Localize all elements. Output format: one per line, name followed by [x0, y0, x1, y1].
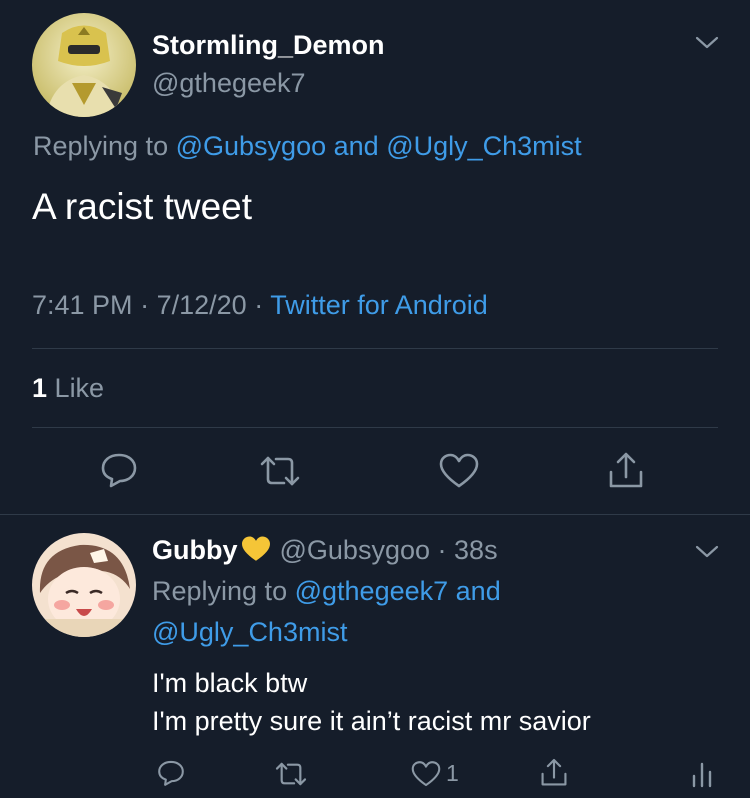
likes-label: Like [54, 373, 105, 403]
share-icon[interactable] [605, 450, 647, 492]
chevron-down-icon[interactable] [694, 34, 720, 52]
replying-user-link[interactable]: @Gubsygoo [176, 131, 327, 161]
author-display-name[interactable]: Stormling_Demon [152, 30, 385, 61]
analytics-icon[interactable] [690, 760, 714, 788]
meta-separator: · [254, 290, 264, 320]
section-divider [0, 514, 750, 515]
tweet-text: A racist tweet [32, 186, 253, 227]
replying-prefix: Replying to [152, 576, 288, 606]
reply-icon[interactable] [156, 759, 186, 787]
tweet-date: 7/12/20 [156, 290, 247, 320]
replying-to-line: Replying to @Gubsygoo and @Ugly_Ch3mist [33, 131, 582, 162]
reply-display-name[interactable]: Gubby [152, 535, 238, 565]
meta-separator: · [437, 535, 447, 565]
replying-prefix: Replying to [33, 131, 169, 161]
replying-user-link[interactable]: @Ugly_Ch3mist [386, 131, 581, 161]
share-icon[interactable] [538, 757, 570, 789]
author-handle[interactable]: @gthegeek7 [152, 68, 306, 99]
meta-separator: · [140, 290, 150, 320]
tweet-meta: 7:41 PM · 7/12/20 · Twitter for Android [32, 290, 488, 321]
reply-header: Gubby @Gubsygoo · 38s [152, 535, 498, 570]
retweet-icon[interactable] [273, 760, 309, 788]
author-avatar[interactable] [32, 13, 136, 117]
heart-icon[interactable] [438, 452, 480, 490]
divider [32, 348, 718, 349]
reply-age: 38s [454, 535, 498, 565]
retweet-icon[interactable] [257, 453, 303, 489]
reply-text-line1: I'm black btw [152, 668, 308, 698]
reply-handle[interactable]: @Gubsygoo [280, 535, 431, 565]
replying-user-link[interactable]: @Ugly_Ch3mist [152, 617, 347, 648]
reply-icon[interactable] [99, 451, 139, 489]
likes-count: 1 [32, 373, 48, 403]
reply-like-count: 1 [446, 760, 459, 786]
divider [32, 427, 718, 428]
reply-text-line2: I'm pretty sure it ain’t racist mr savio… [152, 706, 591, 736]
heart-icon[interactable] [410, 760, 442, 788]
reply-author-avatar[interactable] [32, 533, 136, 637]
replying-and[interactable]: and [334, 131, 379, 161]
tweet-source-link[interactable]: Twitter for Android [270, 290, 488, 320]
chevron-down-icon[interactable] [694, 543, 720, 561]
reply-replying-to-line: Replying to @gthegeek7 and [152, 576, 501, 607]
yellow-heart-icon [240, 535, 272, 570]
replying-user-link[interactable]: @gthegeek7 [295, 576, 449, 606]
likes-count-row[interactable]: 1 Like [32, 373, 104, 404]
replying-and[interactable]: and [456, 576, 501, 606]
tweet-time: 7:41 PM [32, 290, 133, 320]
